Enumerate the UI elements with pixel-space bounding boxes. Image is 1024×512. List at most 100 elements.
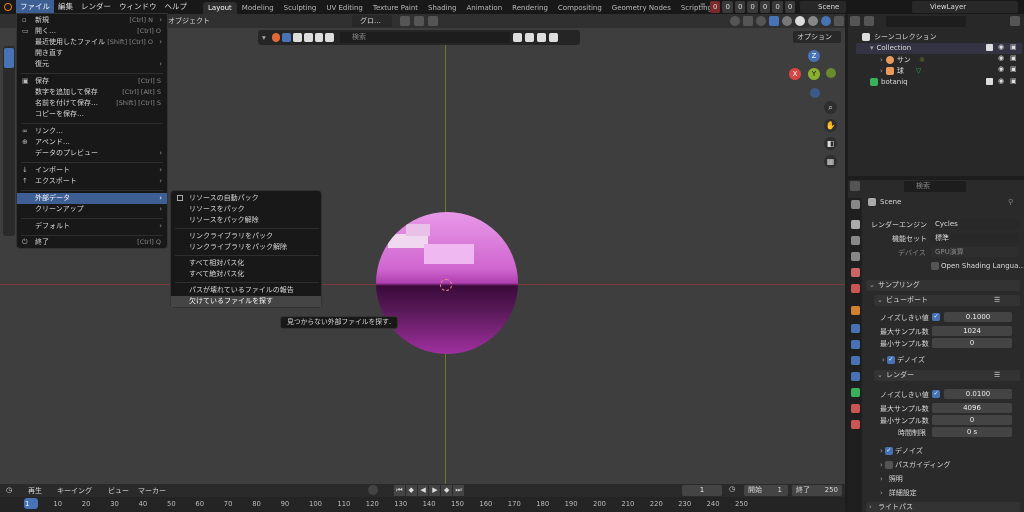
menu-help[interactable]: ヘルプ	[161, 0, 192, 14]
select-icon-a[interactable]	[293, 33, 302, 42]
render-engine-dropdown[interactable]: Cycles	[931, 219, 1019, 229]
chevron-right-icon[interactable]: ›	[882, 356, 885, 364]
gizmo-x-axis[interactable]: X	[789, 68, 801, 80]
transform-orientation[interactable]: グロ…	[352, 15, 392, 27]
tab-rendering[interactable]: Rendering	[507, 2, 553, 14]
menu-pack-linked[interactable]: リンクライブラリをパック	[171, 231, 321, 242]
camera-icon[interactable]: ▣	[1010, 78, 1017, 85]
gizmo-neg-y[interactable]	[826, 68, 836, 78]
funnel-icon[interactable]	[549, 33, 558, 42]
eye-icon[interactable]: ◉	[998, 78, 1004, 85]
tab-compositing[interactable]: Compositing	[553, 2, 607, 14]
select-box-icon[interactable]	[282, 33, 292, 42]
play-icon[interactable]: ▶	[429, 485, 441, 496]
menu-window[interactable]: ウィンドウ	[115, 0, 161, 14]
menu-make-relative[interactable]: すべて相対パス化	[171, 258, 321, 269]
modifier-tab-icon[interactable]	[851, 324, 860, 333]
menu-quit[interactable]: ⏻ 終了 [Ctrl] Q	[17, 237, 167, 248]
lights-row[interactable]: › 照明	[880, 474, 903, 484]
chevron-right-icon[interactable]: ›	[880, 447, 883, 455]
viewlayer-selector[interactable]: ViewLayer	[912, 1, 1018, 13]
advanced-row[interactable]: › 詳細設定	[880, 488, 917, 498]
tab-animation[interactable]: Animation	[461, 2, 507, 14]
menu-open-recent[interactable]: 最近使用したファイル [Shift] [Ctrl] O ›	[17, 37, 167, 48]
menu-unpack-linked[interactable]: リンクライブラリをパック解除	[171, 242, 321, 253]
gizmo-z-axis[interactable]: Z	[808, 50, 820, 62]
properties-search-input[interactable]: 検索	[904, 181, 966, 192]
vp-min-samples-field[interactable]: 0	[932, 338, 1012, 348]
menu-revert[interactable]: 開き直す	[17, 48, 167, 59]
checkbox-icon[interactable]	[986, 78, 993, 85]
device-dropdown[interactable]: GPU演算	[931, 247, 1019, 257]
tab-layout[interactable]: Layout	[203, 1, 237, 14]
tab-modeling[interactable]: Modeling	[237, 2, 279, 14]
r-denoise-checkbox[interactable]: ✓	[884, 447, 893, 455]
record-icon[interactable]	[368, 485, 378, 495]
timeline-view-menu[interactable]: ビュー	[108, 486, 129, 496]
chevron-right-icon[interactable]: ›	[869, 502, 872, 512]
pin-icon[interactable]: ⚲	[1008, 198, 1013, 206]
pivot-icon[interactable]	[400, 16, 410, 26]
menu-make-absolute[interactable]: すべて絶対パス化	[171, 269, 321, 280]
camera-icon[interactable]: ▣	[1010, 44, 1017, 51]
filter-icon-a[interactable]	[513, 33, 522, 42]
rendered-shading-icon[interactable]	[821, 16, 831, 26]
chevron-right-icon[interactable]: ›	[880, 475, 883, 483]
chevron-down-icon[interactable]: ⌄	[869, 280, 875, 291]
eye-icon[interactable]: ◉	[998, 55, 1004, 62]
object-tab-icon[interactable]	[851, 306, 860, 315]
solid-shading-icon[interactable]	[795, 16, 805, 26]
menu-save-copy[interactable]: コピーを保存…	[17, 109, 167, 120]
overlay-icon[interactable]	[756, 16, 766, 26]
r-noise-threshold-checkbox[interactable]: ✓	[932, 390, 940, 398]
xray-icon[interactable]	[769, 16, 779, 26]
r-min-samples-field[interactable]: 0	[932, 415, 1012, 425]
gizmo-y-axis[interactable]: Y	[808, 68, 820, 80]
tool-tab-icon[interactable]	[851, 200, 860, 209]
menu-append[interactable]: ⊕ アペンド…	[17, 137, 167, 148]
menu-report-missing[interactable]: パスが壊れているファイルの報告	[171, 285, 321, 296]
time-limit-field[interactable]: 0 s	[932, 427, 1012, 437]
menu-file[interactable]: ファイル	[16, 0, 54, 14]
material-shading-icon[interactable]	[808, 16, 818, 26]
pause-icon[interactable]	[834, 16, 844, 26]
eye-icon[interactable]: ◉	[998, 44, 1004, 51]
menu-open[interactable]: ▭ 開く… [Ctrl] O	[17, 26, 167, 37]
r-denoise-row[interactable]: › ✓ デノイズ	[880, 446, 923, 456]
scene-selector[interactable]: Scene	[800, 1, 846, 13]
tab-sculpting[interactable]: Sculpting	[279, 2, 322, 14]
vp-denoise-header[interactable]: › ✓ デノイズ	[878, 355, 1020, 366]
menu-external-data[interactable]: 外部データ ›	[17, 193, 167, 204]
outliner-collection[interactable]: ▾ Collection	[870, 44, 911, 52]
play-reverse-icon[interactable]: ◀	[417, 485, 429, 496]
chevron-right-icon[interactable]: ›	[880, 461, 883, 469]
physics-tab-icon[interactable]	[851, 356, 860, 365]
gizmo-toggle-icon[interactable]	[743, 16, 753, 26]
path-guiding-checkbox[interactable]	[884, 461, 893, 469]
menu-new[interactable]: ▫ 新規 [Ctrl] N ›	[17, 15, 167, 26]
current-frame-field[interactable]: 1	[682, 485, 722, 496]
path-guiding-row[interactable]: › パスガイディング	[880, 460, 951, 470]
chevron-right-icon[interactable]: ›	[880, 67, 883, 75]
view-layer-tab-icon[interactable]	[851, 252, 860, 261]
clock-icon[interactable]: ◷	[6, 486, 18, 495]
camera-view-icon[interactable]: ◧	[824, 137, 837, 150]
menu-find-missing[interactable]: 欠けているファイルを探す	[171, 296, 321, 307]
menu-autopack[interactable]: リソースの自動パック	[171, 193, 321, 204]
menu-clean-up[interactable]: クリーンアップ ›	[17, 204, 167, 215]
outliner-sphere[interactable]: › 球 ▽	[880, 66, 921, 76]
menu-render[interactable]: レンダー	[77, 0, 115, 14]
viewport-search-input[interactable]: 検索	[340, 32, 510, 43]
menu-import[interactable]: ↓ インポート ›	[17, 165, 167, 176]
menu-edit[interactable]: 編集	[54, 0, 77, 14]
osl-checkbox[interactable]	[931, 262, 939, 270]
wireframe-shading-icon[interactable]	[782, 16, 792, 26]
menu-defaults[interactable]: デフォルト ›	[17, 221, 167, 232]
prev-key-icon[interactable]: ◆	[405, 485, 417, 496]
tab-geometry-nodes[interactable]: Geometry Nodes	[607, 2, 676, 14]
select-icon-d[interactable]	[325, 33, 334, 42]
visibility-icon[interactable]	[730, 16, 740, 26]
jump-start-icon[interactable]: ⏮	[394, 485, 405, 496]
camera-icon[interactable]: ▣	[1010, 55, 1017, 62]
output-tab-icon[interactable]	[851, 236, 860, 245]
